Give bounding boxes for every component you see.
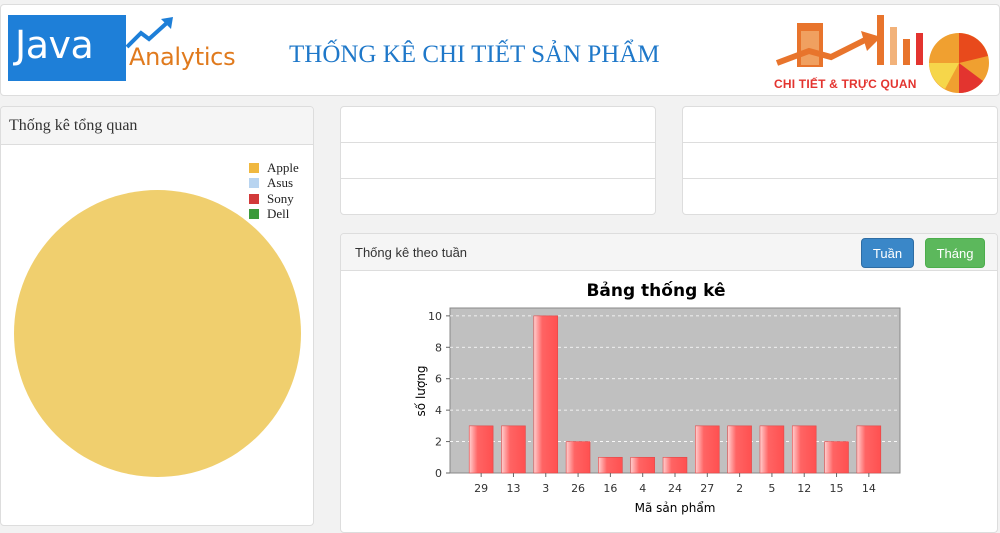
x-tick-label: 2 (736, 482, 743, 495)
x-tick-label: 26 (571, 482, 585, 495)
stat-row (683, 143, 997, 179)
x-tick-label: 5 (768, 482, 775, 495)
x-tick-label: 16 (603, 482, 617, 495)
bar-3 (533, 315, 559, 474)
y-tick-label: 0 (435, 467, 442, 480)
x-tick-label: 29 (474, 482, 488, 495)
legend-swatch-sony (249, 193, 259, 204)
x-tick-label: 14 (862, 482, 876, 495)
stat-row (341, 107, 655, 143)
bar-15 (824, 441, 849, 474)
y-tick-label: 8 (435, 341, 442, 354)
overview-panel-title: Thống kê tổng quan (1, 107, 313, 145)
bar-24 (662, 456, 688, 474)
x-tick-label: 4 (639, 482, 646, 495)
y-tick-label: 6 (435, 373, 442, 386)
legend-swatch-apple (249, 162, 259, 173)
bar-29 (468, 425, 494, 474)
legend-swatch-asus (249, 178, 259, 189)
y-axis-label: số lượng (414, 366, 428, 417)
logo-java-text: Java (15, 23, 94, 67)
x-axis-label: Mã sản phẩm (635, 501, 716, 515)
x-tick-label: 12 (797, 482, 811, 495)
bar-2 (727, 425, 752, 474)
stat-box-left (340, 106, 656, 215)
y-tick-label: 4 (435, 404, 442, 417)
bar-12 (791, 425, 817, 474)
x-tick-label: 13 (506, 482, 520, 495)
overview-pie-chart (14, 190, 301, 477)
logo-analytics-text: Analytics (129, 43, 236, 71)
legend-item-dell: Dell (249, 206, 299, 223)
stat-box-right (682, 106, 998, 215)
pie-legend: Apple Asus Sony Dell (249, 160, 299, 222)
weekly-panel-title: Thống kê theo tuần (355, 245, 468, 260)
legend-label: Sony (267, 190, 294, 206)
stat-row (341, 143, 655, 179)
y-tick-label: 10 (428, 310, 442, 323)
x-tick-label: 24 (668, 482, 682, 495)
bar-14 (856, 425, 882, 474)
x-tick-label: 15 (830, 482, 844, 495)
month-button[interactable]: Tháng (925, 238, 985, 268)
page-title: THỐNG KÊ CHI TIẾT SẢN PHẨM (289, 41, 660, 68)
legend-label: Dell (267, 206, 290, 222)
legend-label: Asus (267, 175, 294, 191)
x-tick-label: 27 (700, 482, 714, 495)
legend-item-sony: Sony (249, 191, 299, 207)
page-header: Java Analytics THỐNG KÊ CHI TIẾT SẢN PHẨ… (0, 4, 1000, 96)
stat-row (341, 179, 655, 214)
bar-26 (565, 441, 591, 474)
week-button[interactable]: Tuần (861, 238, 914, 268)
legend-swatch-dell (249, 209, 259, 220)
stat-row (683, 107, 997, 143)
bar-5 (759, 425, 785, 474)
bar-4 (630, 456, 655, 474)
bar-chart: Bảng thống kê 0246810 29 13 3 26 16 4 24 27 2 5 12… (414, 280, 901, 515)
chart-title: Bảng thống kê (586, 280, 725, 301)
legend-item-asus: Asus (249, 175, 299, 192)
stat-row (683, 179, 997, 214)
brand-tagline: CHI TIẾT & TRỰC QUAN (774, 77, 917, 91)
y-tick-label: 2 (435, 436, 442, 449)
x-tick-label: 3 (542, 482, 549, 495)
weekly-panel-header: Thống kê theo tuần Tuần Tháng (341, 234, 997, 271)
bar-16 (598, 456, 623, 474)
overview-panel: Thống kê tổng quan Apple Asus Sony Dell (0, 106, 314, 526)
bar-27 (695, 425, 720, 474)
legend-label: Apple (267, 159, 299, 175)
bar-13 (501, 425, 526, 474)
legend-item-apple: Apple (249, 160, 299, 176)
